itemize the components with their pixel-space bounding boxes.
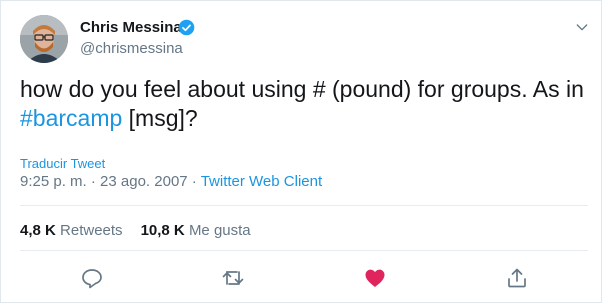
tweet-meta: 9:25 p. m. · 23 ago. 2007 · Twitter Web … <box>20 173 322 190</box>
tweet-text-body: how do you feel about using # (pound) fo… <box>20 76 584 102</box>
author-name[interactable]: Chris Messina <box>80 19 182 36</box>
avatar-image <box>20 15 68 63</box>
divider <box>20 250 588 251</box>
translate-tweet-link[interactable]: Traducir Tweet <box>20 156 105 171</box>
share-icon[interactable] <box>505 266 529 290</box>
retweets-label: Retweets <box>60 222 123 239</box>
tweet-client-link[interactable]: Twitter Web Client <box>201 173 322 190</box>
avatar[interactable] <box>20 15 68 63</box>
heart-icon[interactable] <box>363 266 387 290</box>
author-handle[interactable]: @chrismessina <box>80 40 183 57</box>
meta-separator-2: · <box>187 173 201 190</box>
tweet-date[interactable]: 23 ago. 2007 <box>100 173 188 190</box>
tweet-text-tail: [msg]? <box>122 105 198 131</box>
retweets-count: 4,8 K <box>20 222 56 239</box>
retweets-stat[interactable]: 4,8 K Retweets <box>20 222 123 239</box>
tweet-time[interactable]: 9:25 p. m. <box>20 173 87 190</box>
verified-badge-icon <box>178 19 195 36</box>
tweet-stats: 4,8 K Retweets 10,8 K Me gusta <box>20 222 269 239</box>
reply-icon[interactable] <box>80 266 104 290</box>
divider <box>20 205 588 206</box>
hashtag-link[interactable]: #barcamp <box>20 105 122 131</box>
likes-label: Me gusta <box>188 222 251 239</box>
retweet-icon[interactable] <box>221 266 245 290</box>
tweet-card: Chris Messina @chrismessina how do you f… <box>0 0 602 303</box>
likes-stat[interactable]: 10,8 K Me gusta <box>141 222 251 239</box>
meta-separator: · <box>86 173 101 190</box>
likes-count: 10,8 K <box>140 222 185 239</box>
tweet-text: how do you feel about using # (pound) fo… <box>20 75 585 133</box>
chevron-down-icon[interactable] <box>574 19 590 35</box>
